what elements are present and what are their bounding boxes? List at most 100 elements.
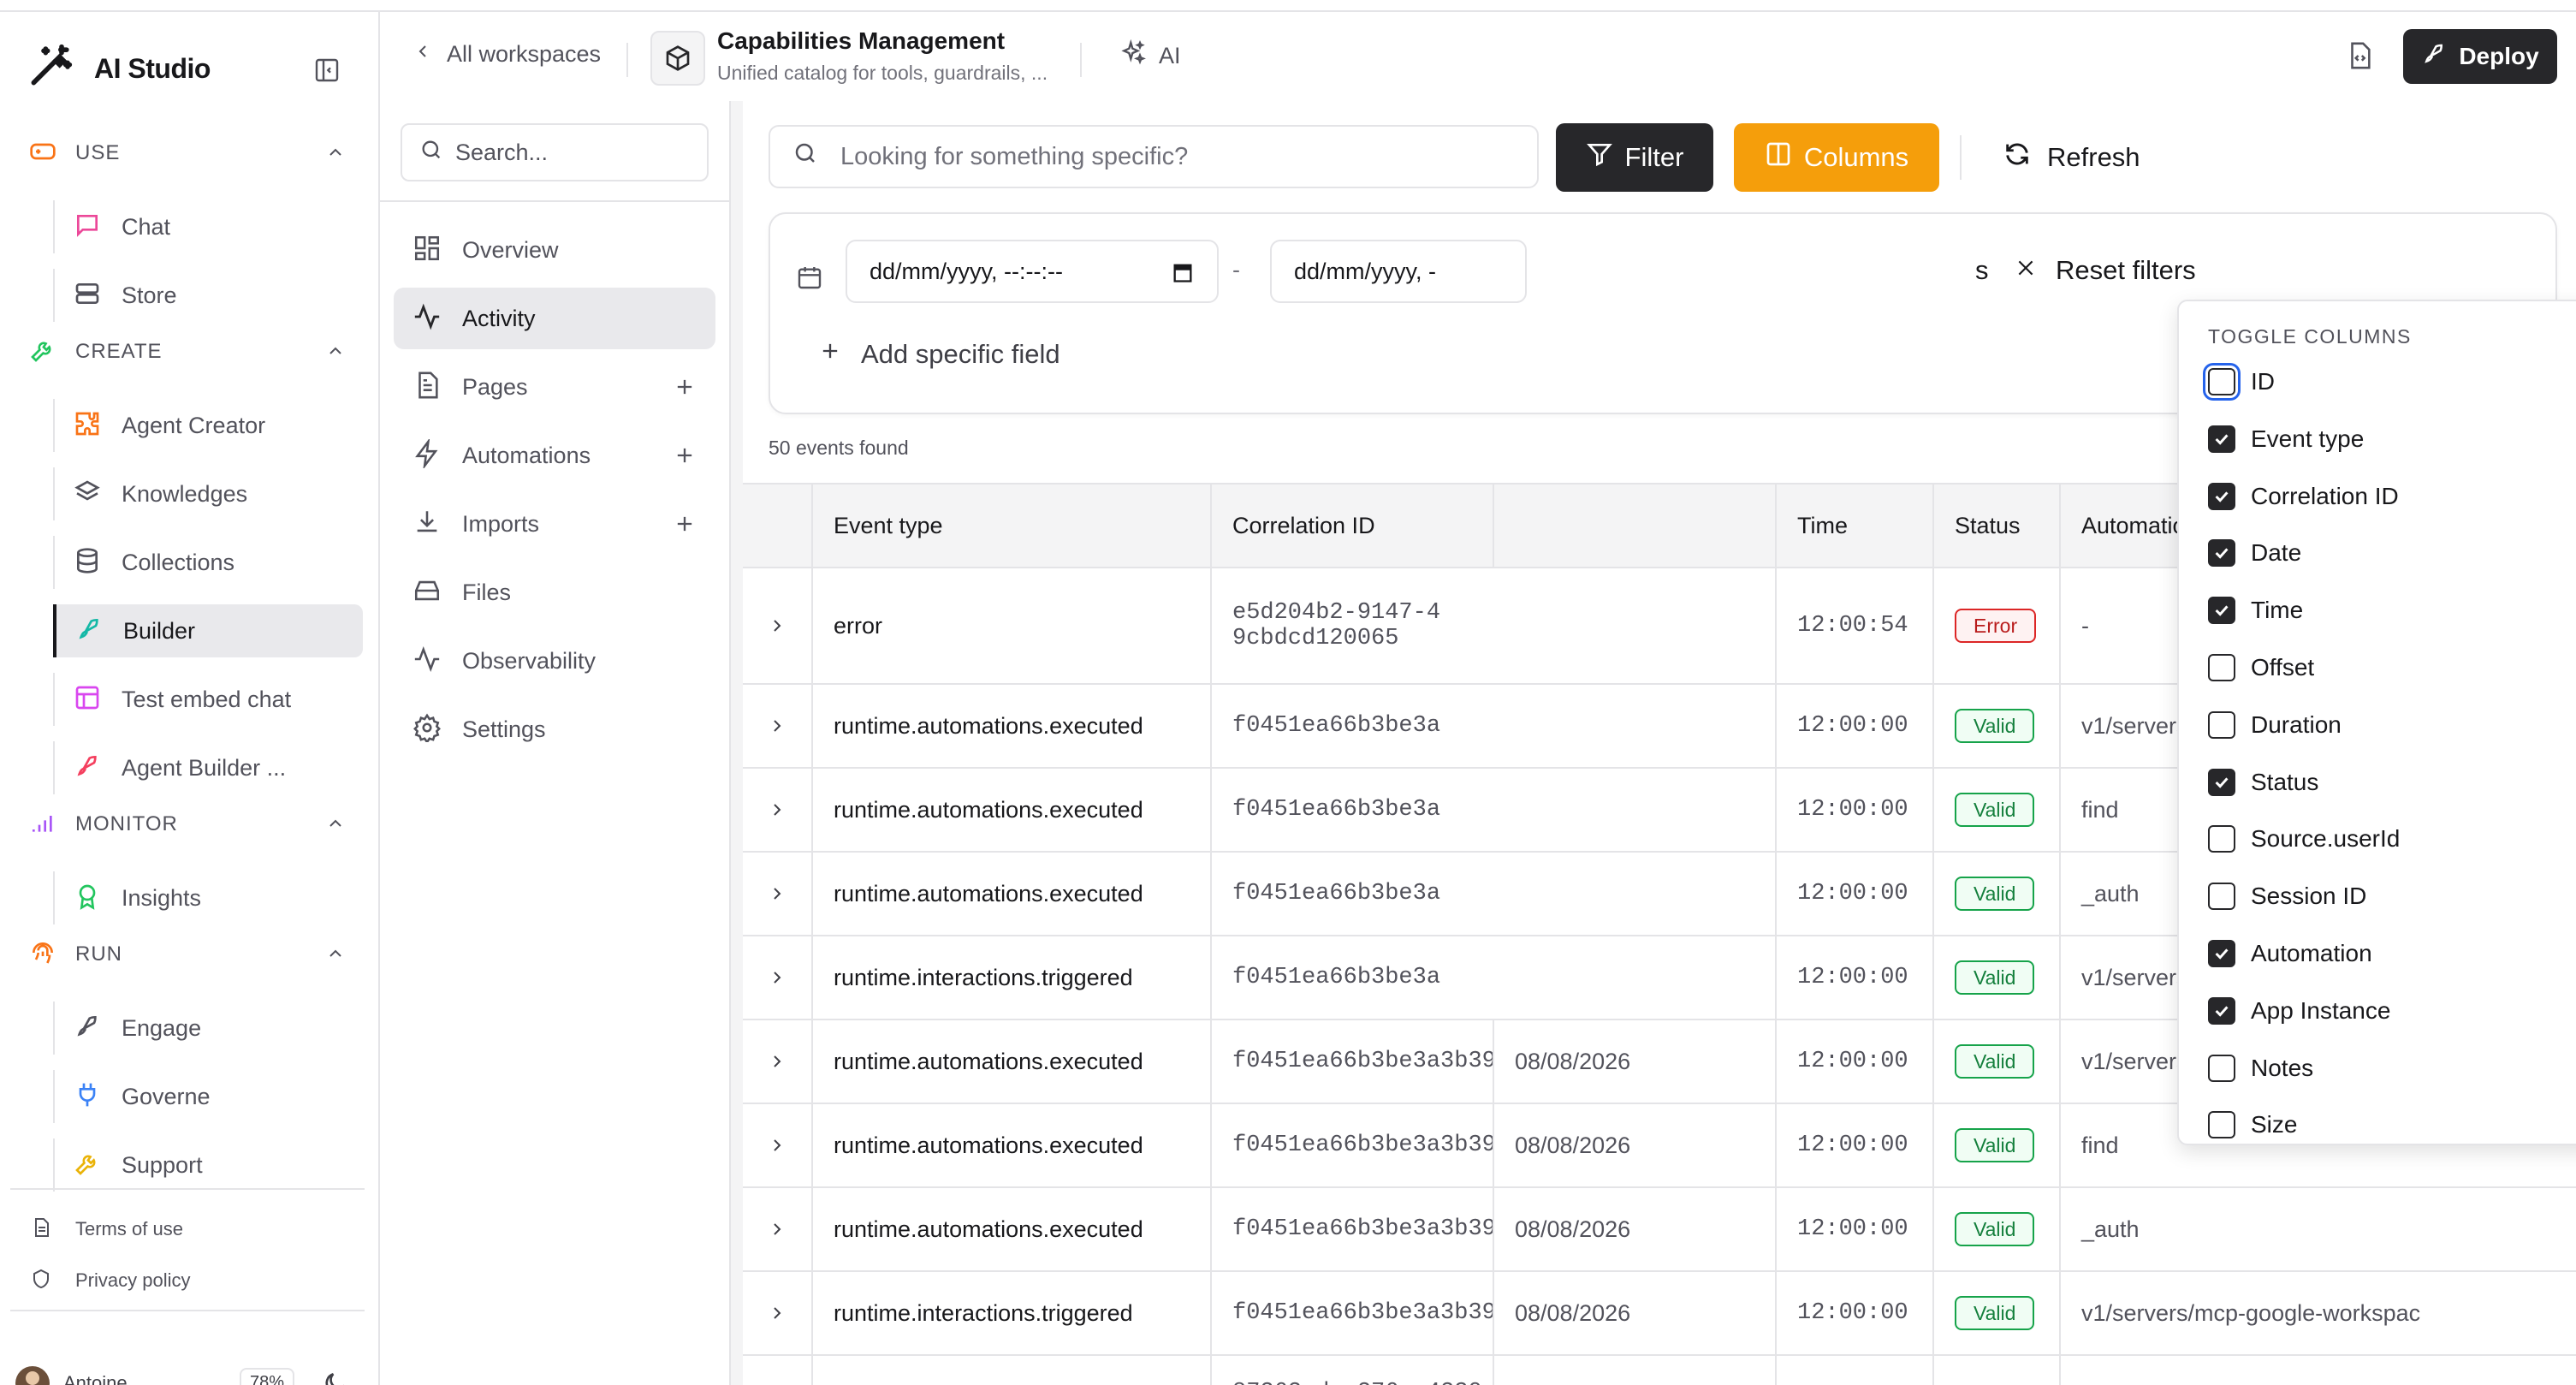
events-search-input[interactable]: Looking for something specific? — [769, 125, 1539, 188]
nav-item-settings[interactable]: Settings — [394, 698, 715, 760]
sidebar-item-knowledges[interactable]: Knowledges — [53, 467, 365, 520]
reset-filters-button[interactable]: Reset filters — [2015, 255, 2196, 286]
expand-row-button[interactable] — [743, 1356, 811, 1385]
sidebar-item-agent-creator[interactable]: Agent Creator — [53, 399, 365, 452]
section-create[interactable]: CREATE — [29, 332, 354, 372]
nav-item-observability[interactable]: Observability — [394, 630, 715, 692]
nav-item-pages[interactable]: Pages — [394, 356, 715, 418]
checkbox[interactable] — [2208, 940, 2235, 967]
table-row[interactable]: runtime.interactions.triggered f0451ea66b… — [743, 1272, 2576, 1356]
sidebar-item-agent-builder[interactable]: Agent Builder ... — [53, 741, 365, 794]
sidebar-item-engage[interactable]: Engage — [53, 1002, 365, 1055]
filter-button[interactable]: Filter — [1556, 123, 1713, 192]
ai-button[interactable]: AI — [1119, 39, 1181, 73]
expand-row-button[interactable] — [743, 568, 811, 683]
date-from-input[interactable]: dd/mm/yyyy, --:--:-- — [846, 240, 1219, 303]
checkbox[interactable] — [2208, 1111, 2235, 1139]
deploy-button[interactable]: Deploy — [2403, 29, 2557, 84]
checkbox[interactable] — [2208, 825, 2235, 853]
columns-button[interactable]: Columns — [1734, 123, 1939, 192]
expand-row-button[interactable] — [743, 685, 811, 767]
date-to-input[interactable]: dd/mm/yyyy, - — [1270, 240, 1527, 303]
column-toggle-notes[interactable]: Notes — [2208, 1051, 2313, 1085]
sidebar-item-test-embed-chat[interactable]: Test embed chat — [53, 673, 365, 726]
moon-icon[interactable] — [322, 1370, 349, 1385]
column-toggle-id[interactable]: ID — [2208, 365, 2275, 399]
expand-row-button[interactable] — [743, 1020, 811, 1103]
checkbox[interactable] — [2208, 710, 2235, 739]
checkbox[interactable] — [2208, 539, 2235, 568]
checkbox[interactable] — [2208, 425, 2235, 453]
column-toggle-size[interactable]: Size — [2208, 1108, 2297, 1142]
nav-search-input[interactable]: Search... — [401, 123, 709, 181]
section-run[interactable]: RUN — [29, 935, 354, 974]
date-cell: 08/08/2026 — [1493, 1188, 1775, 1270]
expand-row-button[interactable] — [743, 1272, 811, 1354]
checkbox[interactable] — [2208, 368, 2235, 395]
sidebar-item-support[interactable]: Support — [53, 1138, 365, 1192]
sidebar-item-chat[interactable]: Chat — [53, 200, 365, 253]
checkbox[interactable] — [2208, 654, 2235, 681]
sidebar-item-store[interactable]: Store — [53, 269, 365, 322]
calendar-icon[interactable] — [1171, 260, 1195, 290]
column-toggle-automation[interactable]: Automation — [2208, 936, 2372, 971]
nav-item-automations[interactable]: Automations — [394, 425, 715, 486]
sidebar-item-builder[interactable]: Builder — [53, 604, 363, 657]
column-toggle-offset[interactable]: Offset — [2208, 651, 2314, 685]
award-icon — [74, 883, 101, 914]
column-toggle-session-id[interactable]: Session ID — [2208, 879, 2366, 913]
column-toggle-source-userid[interactable]: Source.userId — [2208, 822, 2400, 856]
checkbox[interactable] — [2208, 482, 2235, 510]
column-header-correlation-id[interactable]: Correlation ID — [1210, 484, 1493, 567]
sidebar-item-governe[interactable]: Governe — [53, 1070, 365, 1123]
table-row[interactable]: runtime.automations.executed87262ade-276… — [743, 1356, 2576, 1385]
expand-row-button[interactable] — [743, 1188, 811, 1270]
nav-item-imports[interactable]: Imports — [394, 493, 715, 555]
hard-drive-icon — [413, 576, 442, 609]
sidebar-item-insights[interactable]: Insights — [53, 871, 365, 924]
column-header-date[interactable] — [1493, 484, 1775, 567]
column-toggle-duration[interactable]: Duration — [2208, 708, 2342, 742]
checkbox[interactable] — [2208, 768, 2235, 796]
expand-row-button[interactable] — [743, 769, 811, 851]
column-toggle-status[interactable]: Status — [2208, 765, 2318, 799]
event-type-cell: runtime.automations.executed — [811, 1188, 1210, 1270]
checkbox[interactable] — [2208, 1054, 2235, 1082]
back-label: All workspaces — [447, 41, 602, 67]
privacy-link[interactable]: Privacy policy — [31, 1263, 190, 1298]
column-toggle-app-instance[interactable]: App Instance — [2208, 994, 2390, 1028]
add-specific-field-button[interactable]: Add specific field — [818, 339, 1060, 370]
column-header-status[interactable]: Status — [1932, 484, 2059, 567]
expand-row-button[interactable] — [743, 1104, 811, 1186]
add-automation-icon[interactable] — [673, 443, 697, 472]
file-code-icon[interactable] — [2345, 41, 2374, 74]
checkbox[interactable] — [2208, 996, 2235, 1025]
section-use[interactable]: USE — [29, 134, 354, 173]
checkbox[interactable] — [2208, 883, 2235, 911]
section-monitor[interactable]: MONITOR — [29, 805, 354, 844]
column-toggle-date[interactable]: Date — [2208, 536, 2301, 570]
nav-item-files[interactable]: Files — [394, 562, 715, 623]
column-toggle-event-type[interactable]: Event type — [2208, 422, 2364, 456]
status-cell: Valid — [1932, 853, 2059, 935]
column-header-time[interactable]: Time — [1775, 484, 1932, 567]
nav-item-activity[interactable]: Activity — [394, 288, 715, 349]
column-header-event-type[interactable]: Event type — [811, 484, 1210, 567]
refresh-button[interactable]: Refresh — [2003, 132, 2140, 183]
brand[interactable]: AI Studio — [26, 34, 211, 103]
user-row[interactable]: Antoine 78% — [15, 1366, 358, 1385]
time-cell: 12:00:00 — [1775, 1020, 1932, 1103]
column-toggle-time[interactable]: Time — [2208, 593, 2303, 627]
add-import-icon[interactable] — [673, 512, 697, 540]
sidebar-item-collections[interactable]: Collections — [53, 536, 365, 589]
table-row[interactable]: runtime.automations.executed f0451ea66b3b… — [743, 1188, 2576, 1272]
back-to-workspaces[interactable]: All workspaces — [413, 41, 601, 68]
collapse-sidebar-button[interactable] — [310, 53, 344, 87]
terms-link[interactable]: Terms of use — [31, 1212, 183, 1246]
nav-item-overview[interactable]: Overview — [394, 219, 715, 281]
expand-row-button[interactable] — [743, 936, 811, 1019]
add-page-icon[interactable] — [673, 375, 697, 403]
checkbox[interactable] — [2208, 597, 2235, 625]
column-toggle-correlation-id[interactable]: Correlation ID — [2208, 479, 2399, 514]
expand-row-button[interactable] — [743, 853, 811, 935]
